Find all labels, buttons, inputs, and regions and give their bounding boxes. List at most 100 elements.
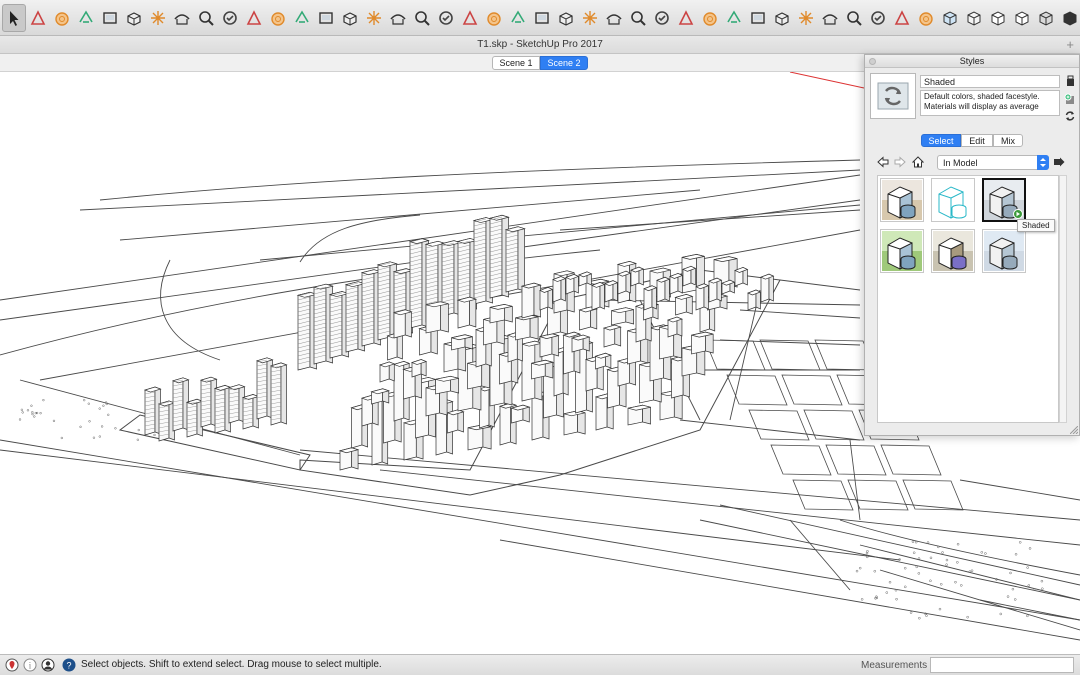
tool-paint-button[interactable] [98, 4, 122, 32]
tab-select[interactable]: Select [921, 134, 961, 147]
tool-protractor-button[interactable] [218, 4, 242, 32]
tree-mark[interactable] [904, 585, 907, 589]
tree-mark[interactable] [42, 398, 45, 402]
field-block[interactable] [825, 444, 887, 476]
field-block[interactable] [704, 339, 766, 371]
tree-mark[interactable] [912, 551, 916, 554]
tool-back-view-button[interactable] [914, 4, 938, 32]
tree-mark[interactable] [31, 411, 34, 414]
tool-front-view-button[interactable] [866, 4, 890, 32]
tree-mark[interactable] [83, 398, 86, 402]
add-tab-button[interactable]: + [1066, 36, 1074, 54]
tree-mark[interactable] [21, 411, 24, 414]
style-thumbnail-purple-style[interactable] [931, 229, 975, 273]
tree-mark[interactable] [917, 572, 921, 575]
style-thumbnail-shaded[interactable] [982, 178, 1026, 222]
resize-grip-icon[interactable] [1070, 426, 1078, 434]
tab-scene-2[interactable]: Scene 2 [540, 56, 588, 70]
tree-mark[interactable] [92, 436, 96, 439]
tree-mark[interactable] [107, 413, 110, 416]
field-block[interactable] [781, 374, 843, 406]
road-line[interactable] [0, 449, 901, 561]
field-block[interactable] [902, 479, 964, 511]
road-line[interactable] [779, 279, 861, 291]
tree-mark[interactable] [1011, 587, 1015, 591]
tree-mark[interactable] [954, 580, 957, 584]
residential-tower[interactable] [473, 217, 487, 305]
tab-mix[interactable]: Mix [993, 134, 1023, 147]
credits-icon[interactable]: i [23, 658, 37, 672]
update-style-icon[interactable] [1064, 110, 1076, 122]
road-line[interactable] [729, 289, 761, 421]
road-line[interactable] [679, 419, 861, 441]
tool-arc-button[interactable] [386, 4, 410, 32]
measurements-input[interactable] [930, 657, 1074, 673]
tool-follow-me-button[interactable] [266, 4, 290, 32]
tool-top-view-button[interactable] [842, 4, 866, 32]
tree-mark[interactable] [917, 557, 921, 560]
forward-arrow-icon[interactable] [894, 156, 906, 168]
tree-mark[interactable] [136, 438, 139, 441]
tree-mark[interactable] [1026, 614, 1029, 618]
city-building[interactable] [404, 309, 412, 338]
tool-pan-button[interactable] [74, 4, 98, 32]
residential-tower[interactable] [517, 226, 525, 292]
style-description-field[interactable]: Default colors, shaded facestyle. Materi… [920, 90, 1060, 116]
tree-mark[interactable] [873, 569, 877, 573]
tool-polygon-button[interactable] [434, 4, 458, 32]
city-building[interactable] [403, 419, 417, 461]
tree-mark[interactable] [1006, 595, 1010, 598]
tree-mark[interactable] [888, 580, 892, 584]
tool-shaded-button[interactable] [1058, 4, 1080, 32]
add-style-icon[interactable] [1064, 93, 1076, 105]
road-line[interactable] [959, 479, 1080, 501]
tool-x-ray-button[interactable] [962, 4, 986, 32]
residential-tower[interactable] [228, 384, 240, 424]
tree-mark[interactable] [915, 565, 918, 569]
tool-tape-button[interactable] [146, 4, 170, 32]
residential-tower[interactable] [200, 376, 212, 428]
tree-mark[interactable] [1013, 598, 1017, 601]
tree-mark[interactable] [914, 540, 918, 544]
residential-tower[interactable] [280, 362, 287, 425]
tree-mark[interactable] [87, 402, 90, 405]
tree-mark[interactable] [966, 615, 969, 619]
field-block[interactable] [748, 409, 810, 441]
tab-scene-1[interactable]: Scene 1 [492, 56, 540, 70]
road-line[interactable] [739, 309, 861, 319]
user-account-icon[interactable] [41, 658, 55, 672]
tree-mark[interactable] [918, 616, 921, 620]
city-building[interactable] [521, 282, 535, 319]
tab-edit[interactable]: Edit [961, 134, 993, 147]
tool-paint-bucket-button[interactable] [26, 4, 50, 32]
tree-mark[interactable] [941, 551, 944, 554]
tree-mark[interactable] [926, 541, 930, 544]
tree-mark[interactable] [153, 433, 156, 437]
road-line[interactable] [99, 159, 861, 201]
field-block[interactable] [803, 409, 865, 441]
road-line[interactable] [0, 439, 1080, 621]
city-building[interactable] [499, 402, 511, 446]
tool-orbit-button[interactable] [626, 4, 650, 32]
tree-mark[interactable] [938, 607, 942, 611]
tool-offset-button[interactable] [290, 4, 314, 32]
tool-push-pull-button[interactable] [242, 4, 266, 32]
tree-mark[interactable] [39, 412, 42, 415]
residential-tower[interactable] [144, 386, 156, 436]
city-building[interactable] [671, 355, 684, 399]
tree-mark[interactable] [984, 552, 987, 555]
style-thumbnail-hidden-line[interactable] [931, 178, 975, 222]
tree-mark[interactable] [1018, 541, 1022, 544]
tree-mark[interactable] [137, 428, 140, 432]
tool-solid-tools-button[interactable] [674, 4, 698, 32]
tree-mark[interactable] [52, 419, 56, 423]
style-thumbnail-shaded-with-textures[interactable] [880, 178, 924, 222]
home-icon[interactable] [912, 156, 924, 168]
field-block[interactable] [880, 444, 942, 476]
help-icon[interactable]: ? [62, 658, 76, 672]
road-line[interactable] [789, 519, 851, 591]
tree-mark[interactable] [1027, 584, 1031, 587]
tool-move-button[interactable] [314, 4, 338, 32]
tool-shadows-button[interactable] [794, 4, 818, 32]
tree-mark[interactable] [33, 415, 36, 418]
